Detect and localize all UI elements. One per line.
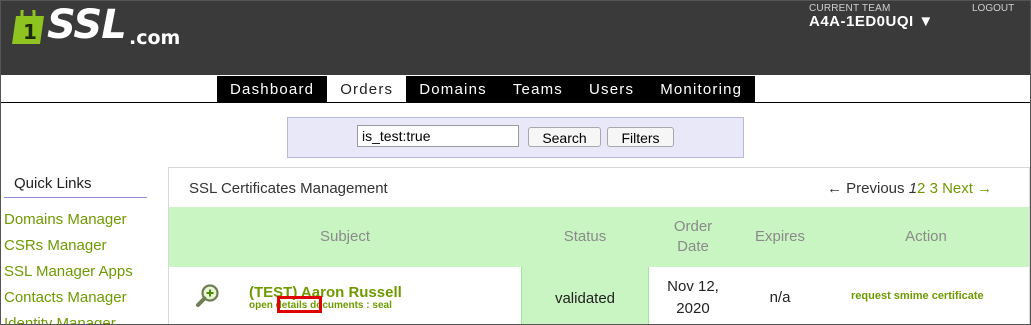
svg-text:1: 1 [23,20,37,44]
tab-users[interactable]: Users [576,76,647,102]
tab-dashboard[interactable]: Dashboard [217,76,327,102]
filters-button[interactable]: Filters [607,127,674,147]
main-nav: Dashboard Orders Domains Teams Users Mon… [217,76,756,102]
search-bar: Search Filters [287,117,744,158]
search-input[interactable] [357,125,519,147]
order-date-cell: Nov 12, 2020 [649,267,737,324]
open-link[interactable]: open [249,300,273,311]
padlock-logo-icon: 1 [12,10,44,44]
tab-teams[interactable]: Teams [500,76,576,102]
order-date-header-line1: Order [673,218,713,235]
nav-divider [1,102,1030,103]
quick-links-title: Quick Links [14,175,92,192]
status-cell: validated [521,267,649,324]
sidebar-item-contacts-manager[interactable]: Contacts Manager [4,289,127,306]
current-page: 1 [908,180,918,197]
tab-orders[interactable]: Orders [327,76,407,102]
table-header: Subject Status Order Date Expires Action [169,207,1029,267]
seal-link[interactable]: seal [372,300,391,311]
tab-domains[interactable]: Domains [406,76,500,102]
certificates-panel: SSL Certificates Management ← Previous 1… [168,167,1030,324]
sidebar-item-identity-manager[interactable]: Identity Manager [4,315,116,324]
link-separator: : [366,300,370,311]
column-expires[interactable]: Expires [737,207,823,267]
table-row: (TEST) Aaron Russell open details docume… [169,267,1029,324]
app-frame: 1 SSL .com CURRENT TEAM A4A-1ED0UQI ▼ LO… [0,0,1031,325]
logo-suffix: .com [129,27,181,49]
sidebar-item-csrs-manager[interactable]: CSRs Manager [4,237,107,254]
logout-link[interactable]: LOGOUT [972,3,1014,14]
order-date-line1: Nov 12, [667,278,719,295]
team-selector[interactable]: A4A-1ED0UQI ▼ [809,13,934,30]
magnifier-zoom-icon[interactable] [195,283,221,309]
request-smime-certificate-link[interactable]: request smime certificate [851,290,984,302]
next-page-link[interactable]: Next → [942,180,992,197]
column-subject[interactable]: Subject [169,207,521,267]
site-header: 1 SSL .com CURRENT TEAM A4A-1ED0UQI ▼ LO… [1,1,1030,75]
sidebar-item-domains-manager[interactable]: Domains Manager [4,211,127,228]
tab-monitoring[interactable]: Monitoring [647,76,755,102]
page-3-link[interactable]: 3 [930,180,938,197]
column-order-date[interactable]: Order Date [649,207,737,267]
subject-name-link[interactable]: (TEST) Aaron Russell [249,284,402,301]
previous-page-link[interactable]: ← Previous [827,180,905,197]
order-date-line2: 2020 [676,300,710,317]
expires-cell: n/a [769,289,791,306]
column-status[interactable]: Status [521,207,649,267]
order-date-header-line2: Date [677,238,709,255]
details-highlight-box [277,296,322,313]
page-2-link[interactable]: 2 [917,180,925,197]
pagination: ← Previous 12 3 Next → [827,180,992,197]
panel-title: SSL Certificates Management [189,180,388,197]
logo-text: SSL [47,2,127,48]
quick-links-divider [4,197,147,198]
column-action: Action [905,228,947,245]
search-button[interactable]: Search [528,127,601,147]
sidebar-item-ssl-manager-apps[interactable]: SSL Manager Apps [4,263,133,280]
